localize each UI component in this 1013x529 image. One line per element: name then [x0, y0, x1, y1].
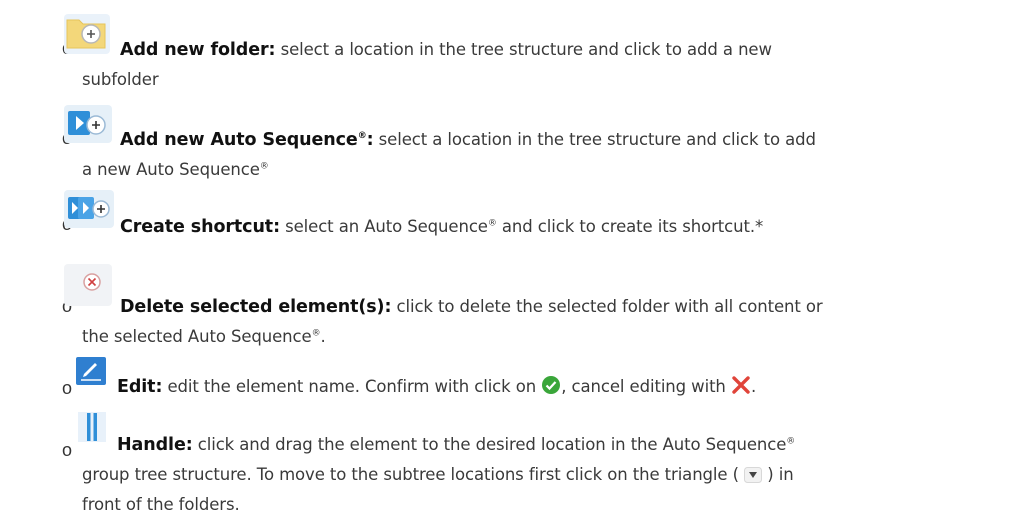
drag-handle-icon[interactable]	[78, 412, 106, 442]
term-label: Edit:	[117, 377, 163, 397]
bullet: o	[62, 378, 73, 398]
delete-element-icon[interactable]	[64, 262, 114, 308]
item-text: Create shortcut: select an Auto Sequence…	[120, 212, 1000, 242]
item-text-cont: subfolder	[82, 70, 159, 89]
item-text-cont: group tree structure. To move to the sub…	[82, 465, 794, 484]
term-label: Add new Auto Sequence®:	[120, 130, 374, 150]
item-text-cont: a new Auto Sequence®	[82, 160, 269, 179]
term-label: Handle:	[117, 435, 193, 455]
description-end: .	[750, 377, 757, 396]
edit-pencil-icon[interactable]	[76, 357, 106, 385]
item-text: Delete selected element(s): click to del…	[120, 292, 1000, 322]
item-text: Handle: click and drag the element to th…	[117, 430, 997, 460]
description: select a location in the tree structure …	[280, 40, 772, 59]
folder-add-icon[interactable]	[64, 12, 112, 54]
triangle-down-icon	[744, 467, 763, 483]
item-text: Edit: edit the element name. Confirm wit…	[117, 372, 997, 402]
description: edit the element name. Confirm with clic…	[167, 377, 537, 396]
confirm-check-icon[interactable]	[541, 375, 561, 395]
bullet: o	[62, 440, 73, 460]
description: select a location in the tree structure …	[378, 130, 816, 149]
term-label: Delete selected element(s):	[120, 297, 392, 317]
description-cont: , cancel editing with	[561, 377, 726, 396]
item-text: Add new Auto Sequence®: select a locatio…	[120, 125, 1000, 155]
shortcut-add-icon[interactable]	[64, 188, 116, 230]
cancel-cross-icon[interactable]	[731, 375, 751, 395]
auto-sequence-add-icon[interactable]	[64, 103, 114, 145]
description: click to delete the selected folder with…	[396, 297, 823, 316]
description: click and drag the element to the desire…	[197, 435, 796, 454]
item-text-cont-2: front of the folders.	[82, 495, 240, 514]
term-label: Add new folder:	[120, 40, 276, 60]
item-text-cont: the selected Auto Sequence®.	[82, 327, 326, 346]
term-label: Create shortcut:	[120, 217, 280, 237]
item-text: Add new folder: select a location in the…	[120, 35, 1000, 65]
description: select an Auto Sequence® and click to cr…	[285, 217, 764, 236]
